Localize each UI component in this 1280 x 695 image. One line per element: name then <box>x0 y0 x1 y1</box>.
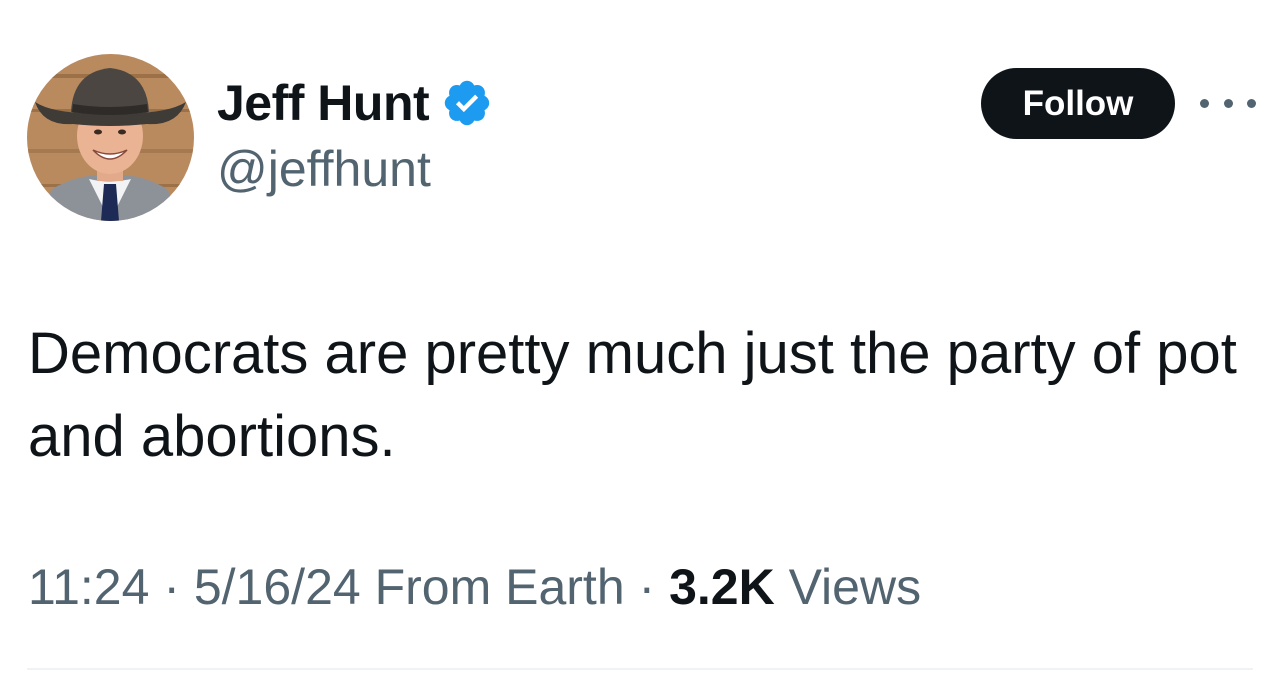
tweet-time[interactable]: 11:24 <box>28 559 149 615</box>
name-row: Jeff Hunt <box>217 68 493 138</box>
more-dot <box>1200 98 1209 108</box>
more-dot <box>1247 98 1256 108</box>
tweet-source: From Earth <box>360 559 625 615</box>
tweet-card: Jeff Hunt @jeffhunt Follow Democrats are… <box>0 0 1280 695</box>
divider <box>27 668 1253 670</box>
display-name[interactable]: Jeff Hunt <box>217 74 430 132</box>
tweet-date[interactable]: 5/16/24 <box>194 559 361 615</box>
user-handle[interactable]: @jeffhunt <box>217 140 493 198</box>
avatar[interactable] <box>27 54 194 221</box>
tweet-metadata: 11:24 · 5/16/24 From Earth · 3.2K Views <box>28 558 921 616</box>
verified-badge-icon[interactable] <box>441 77 493 129</box>
tweet-text: Democrats are pretty much just the party… <box>28 321 1237 469</box>
avatar-image <box>27 54 194 221</box>
more-dot <box>1223 98 1233 108</box>
meta-separator: · <box>624 559 670 615</box>
views-count[interactable]: 3.2K <box>669 559 775 615</box>
more-options-icon[interactable] <box>1200 88 1256 118</box>
follow-button[interactable]: Follow <box>981 68 1175 139</box>
meta-separator: · <box>149 559 194 615</box>
author-info: Jeff Hunt @jeffhunt <box>217 68 493 198</box>
views-label: Views <box>774 559 922 615</box>
